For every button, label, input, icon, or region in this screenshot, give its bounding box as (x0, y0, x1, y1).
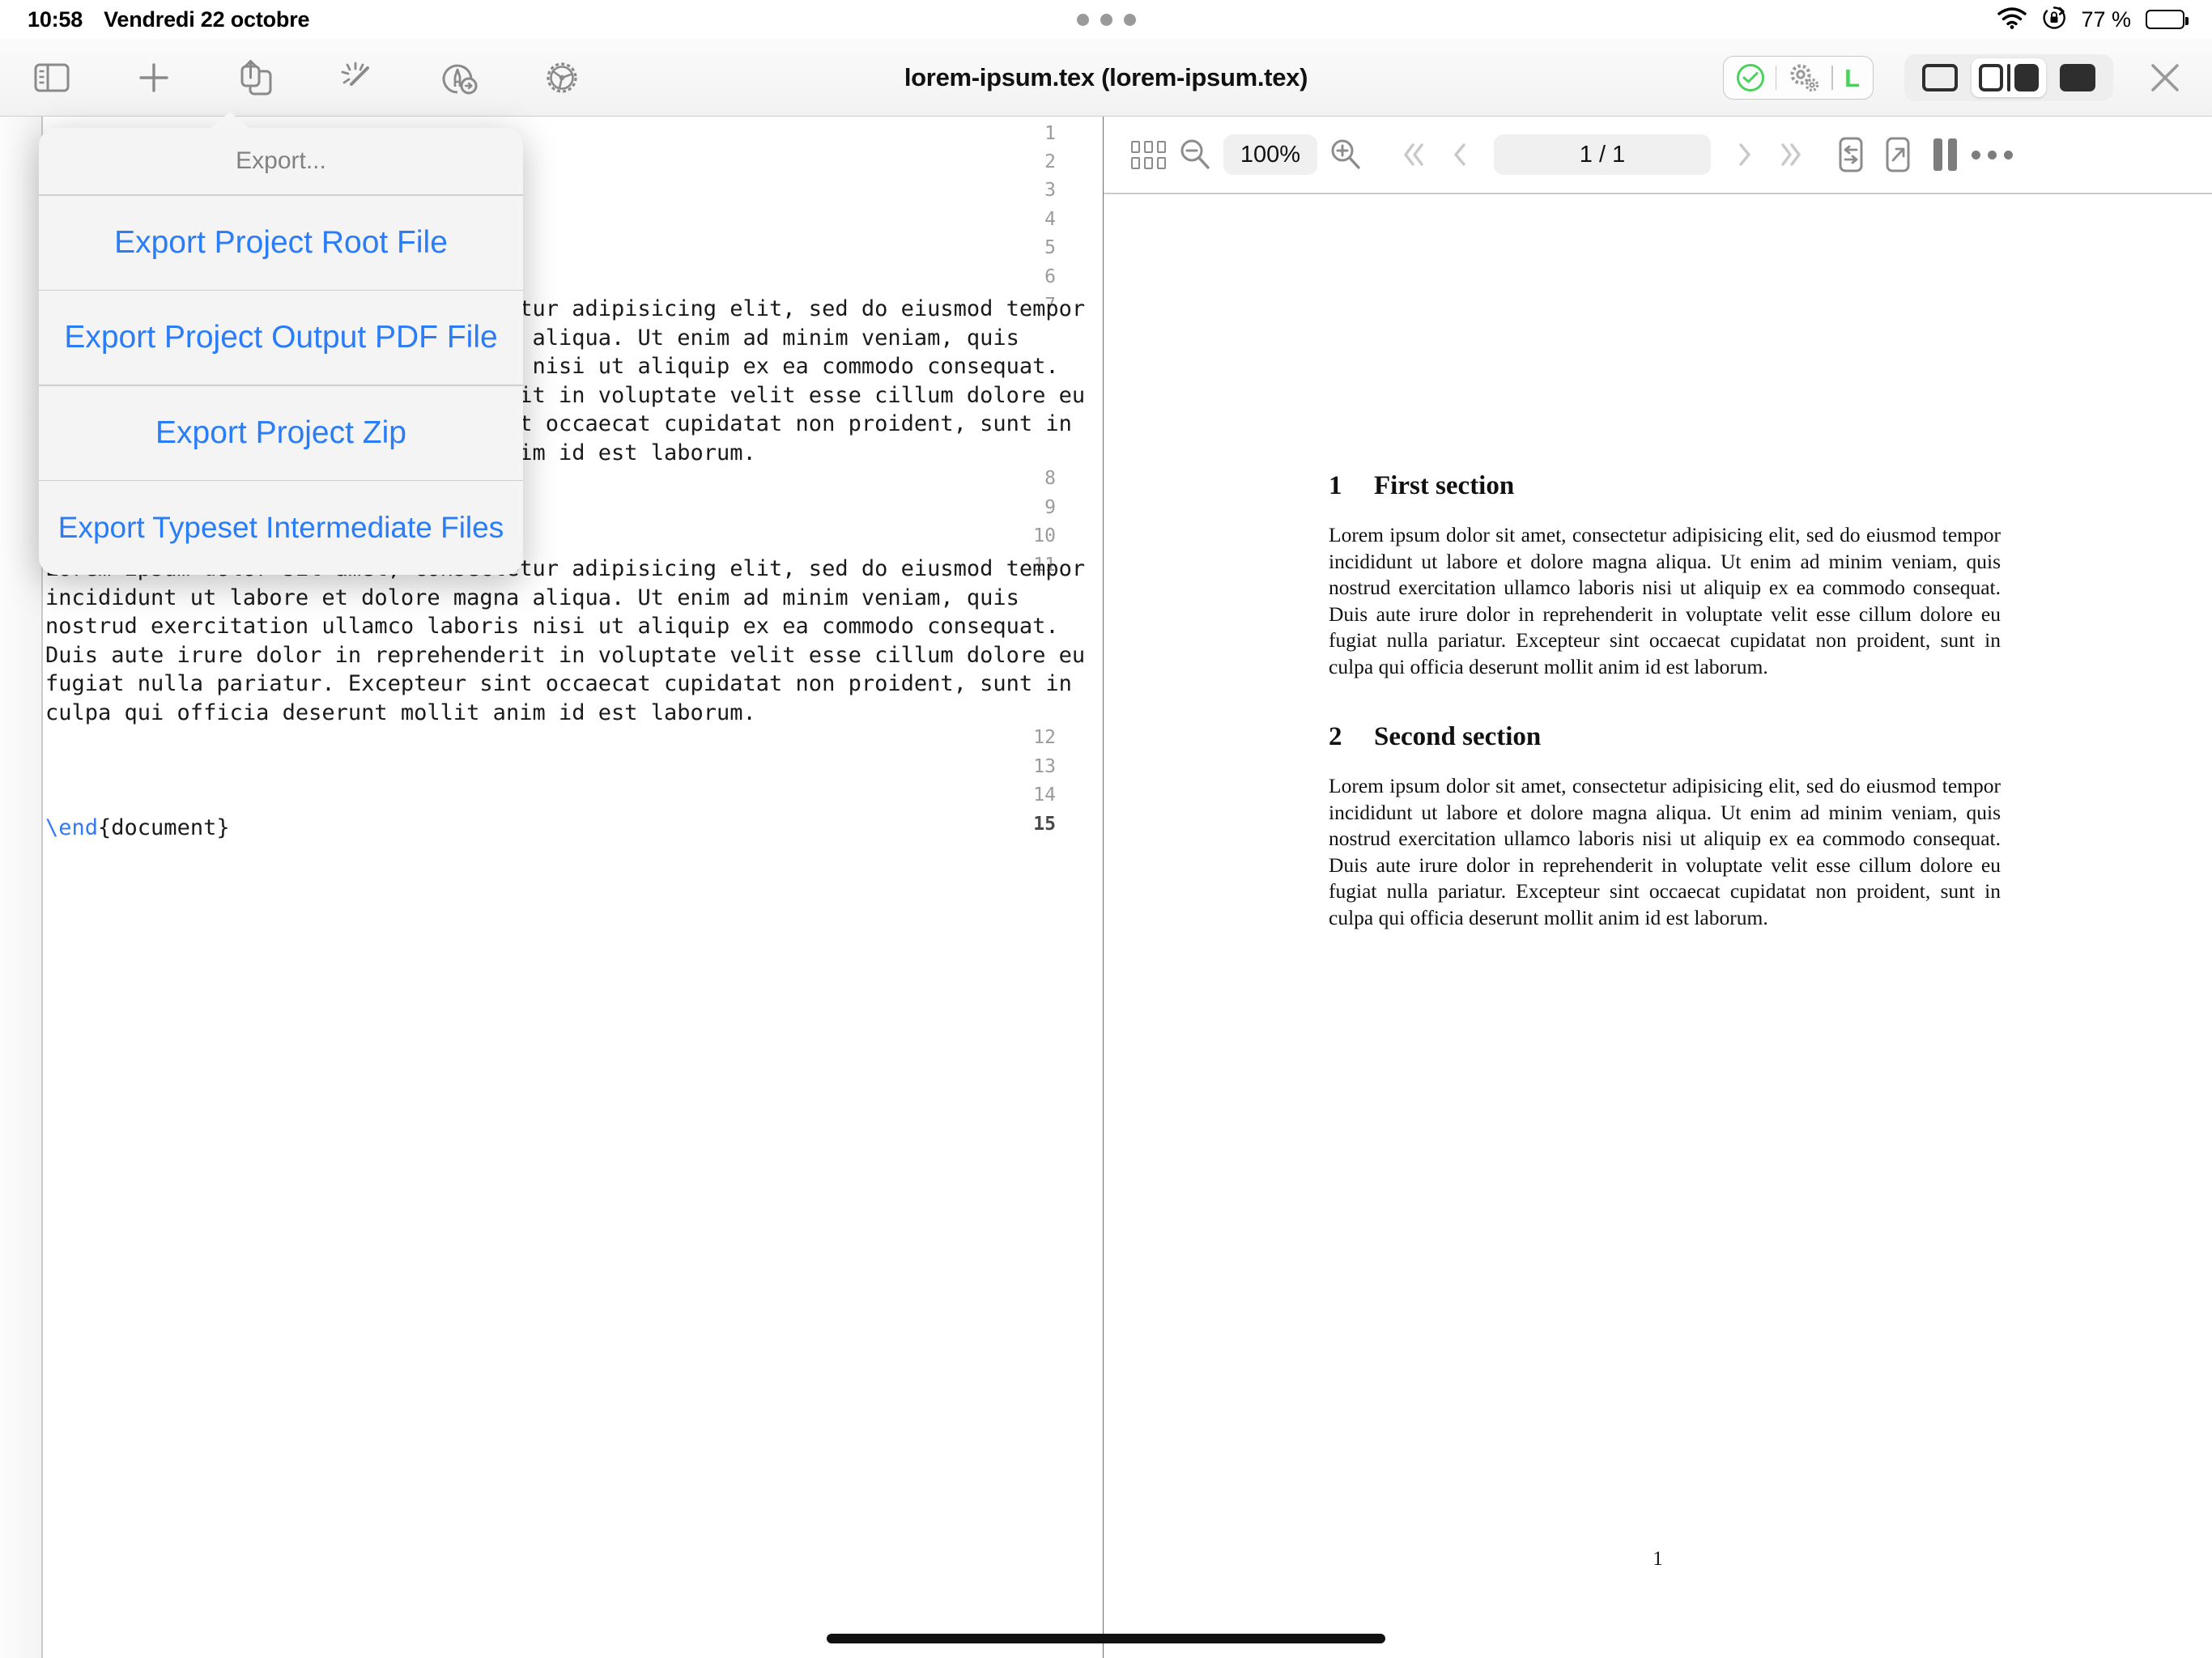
menu-item-export-output-pdf[interactable]: Export Project Output PDF File (39, 291, 523, 385)
external-link-icon (1886, 137, 1910, 172)
latex-end-command: \end (45, 815, 99, 840)
line-number: 13 (1033, 756, 1056, 777)
pdf-section-heading: 1 First section (1329, 471, 2001, 501)
grid-icon (1130, 140, 1166, 169)
app-root: 10:58 Vendredi 22 octobre 77 % lorem-ips… (0, 0, 2212, 1658)
line-number: 4 (1044, 209, 1056, 230)
line-number: 9 (1044, 497, 1056, 518)
popover-arrow (209, 112, 251, 130)
status-bar: 10:58 Vendredi 22 octobre 77 % (0, 0, 2212, 39)
zoom-out-button[interactable] (1172, 131, 1219, 178)
open-external-button[interactable] (1874, 131, 1921, 178)
menu-item-export-project-zip[interactable]: Export Project Zip (39, 385, 523, 480)
ellipsis-icon (1971, 150, 2013, 159)
layout-preview-only[interactable] (2046, 58, 2109, 97)
pdf-body: 1 First section Lorem ipsum dolor sit am… (1329, 471, 2001, 931)
sync-source-button[interactable] (1827, 131, 1874, 178)
status-bar-right: 77 % (1997, 0, 2189, 39)
battery-percent: 77 % (2081, 6, 2131, 32)
next-page-button[interactable] (1721, 131, 1767, 178)
preview-only-icon (2060, 64, 2095, 91)
typeset-gears-icon[interactable] (1788, 63, 1820, 92)
handle-dot (1124, 14, 1136, 26)
editor-gutter (0, 117, 42, 1658)
latex-end-argument: {document} (98, 815, 230, 840)
more-options-button[interactable] (1968, 131, 2015, 178)
pdf-preview-pane: 100% 1 / 1 1 First section Lorem ipsum d… (1104, 117, 2212, 1658)
chevron-right-icon (1739, 143, 1750, 166)
zoom-level-display[interactable]: 100% (1223, 134, 1317, 175)
pdf-section-title: Second section (1374, 722, 1542, 751)
wifi-icon (1997, 6, 2027, 33)
magnifier-plus-icon (1331, 139, 1360, 169)
pdf-page[interactable]: 1 First section Lorem ipsum dolor sit am… (1104, 196, 2212, 1658)
export-popover: Export... Export Project Root File Expor… (39, 128, 523, 575)
double-chevron-right-icon (1781, 143, 1801, 166)
chevron-left-icon (1454, 143, 1465, 166)
zoom-in-button[interactable] (1322, 131, 1369, 178)
status-bar-left: 10:58 Vendredi 22 octobre (28, 0, 310, 39)
pdf-section-number: 2 (1329, 722, 1342, 751)
pdf-section-body: Lorem ipsum dolor sit amet, consectetur … (1329, 523, 2001, 678)
magnifier-minus-icon (1180, 139, 1210, 169)
line-number: 2 (1044, 151, 1056, 172)
pdf-page-number: 1 (1653, 1548, 1663, 1570)
two-page-view-button[interactable] (1921, 131, 1968, 178)
layout-segmented-control (1904, 54, 2113, 101)
split-view-icon (1979, 64, 2039, 91)
layout-split[interactable] (1972, 58, 2046, 97)
line-number: 1 (1044, 123, 1056, 144)
line-number: 14 (1033, 784, 1056, 806)
editor-end-document-line[interactable]: \end{document} (45, 814, 1098, 843)
pill-divider (1775, 66, 1777, 90)
rotation-lock-icon (2042, 6, 2066, 34)
popover-title: Export... (236, 147, 326, 174)
editor-paragraph-line11[interactable]: Lorem ipsum dolor sit amet, consectetur … (45, 555, 1091, 728)
pill-divider (1831, 66, 1834, 90)
line-number: 8 (1044, 468, 1056, 489)
toolbar-right-controls: L (1722, 39, 2188, 117)
handle-dot (1100, 14, 1112, 26)
home-indicator[interactable] (827, 1634, 1385, 1643)
multitasking-handle-icon[interactable] (1077, 14, 1136, 26)
pdf-section-heading: 2 Second section (1329, 722, 2001, 752)
last-page-button[interactable] (1767, 131, 1814, 178)
page-indicator[interactable]: 1 / 1 (1494, 134, 1711, 175)
status-time: 10:58 (28, 6, 83, 32)
close-button[interactable] (2142, 55, 2188, 100)
engine-letter[interactable]: L (1844, 66, 1860, 91)
editor-only-icon (1922, 64, 1958, 91)
handle-dot (1077, 14, 1089, 26)
typeset-status-pill: L (1722, 56, 1874, 100)
two-column-icon (1933, 138, 1957, 171)
line-number: 12 (1033, 727, 1056, 748)
pdf-toolbar: 100% 1 / 1 (1104, 117, 2212, 194)
line-number: 10 (1033, 525, 1056, 546)
main-toolbar: lorem-ipsum.tex (lorem-ipsum.tex) L (0, 39, 2212, 117)
battery-icon (2146, 10, 2189, 29)
menu-item-export-typeset-intermediate[interactable]: Export Typeset Intermediate Files (39, 481, 523, 575)
typeset-ok-icon[interactable] (1736, 64, 1764, 91)
line-number: 3 (1044, 180, 1056, 201)
previous-page-button[interactable] (1437, 131, 1484, 178)
line-number: 5 (1044, 237, 1056, 258)
sync-arrows-icon (1839, 137, 1863, 172)
status-date: Vendredi 22 octobre (104, 6, 310, 32)
pdf-section-title: First section (1374, 471, 1515, 500)
menu-item-export-root-file[interactable]: Export Project Root File (39, 195, 523, 290)
pdf-section-body: Lorem ipsum dolor sit amet, consectetur … (1329, 774, 2001, 929)
close-icon (2151, 64, 2179, 91)
line-number: 6 (1044, 266, 1056, 287)
pdf-section-number: 1 (1329, 471, 1342, 500)
thumbnails-grid-button[interactable] (1125, 131, 1172, 178)
first-page-button[interactable] (1390, 131, 1437, 178)
double-chevron-left-icon (1404, 143, 1423, 166)
layout-editor-only[interactable] (1908, 58, 1972, 97)
